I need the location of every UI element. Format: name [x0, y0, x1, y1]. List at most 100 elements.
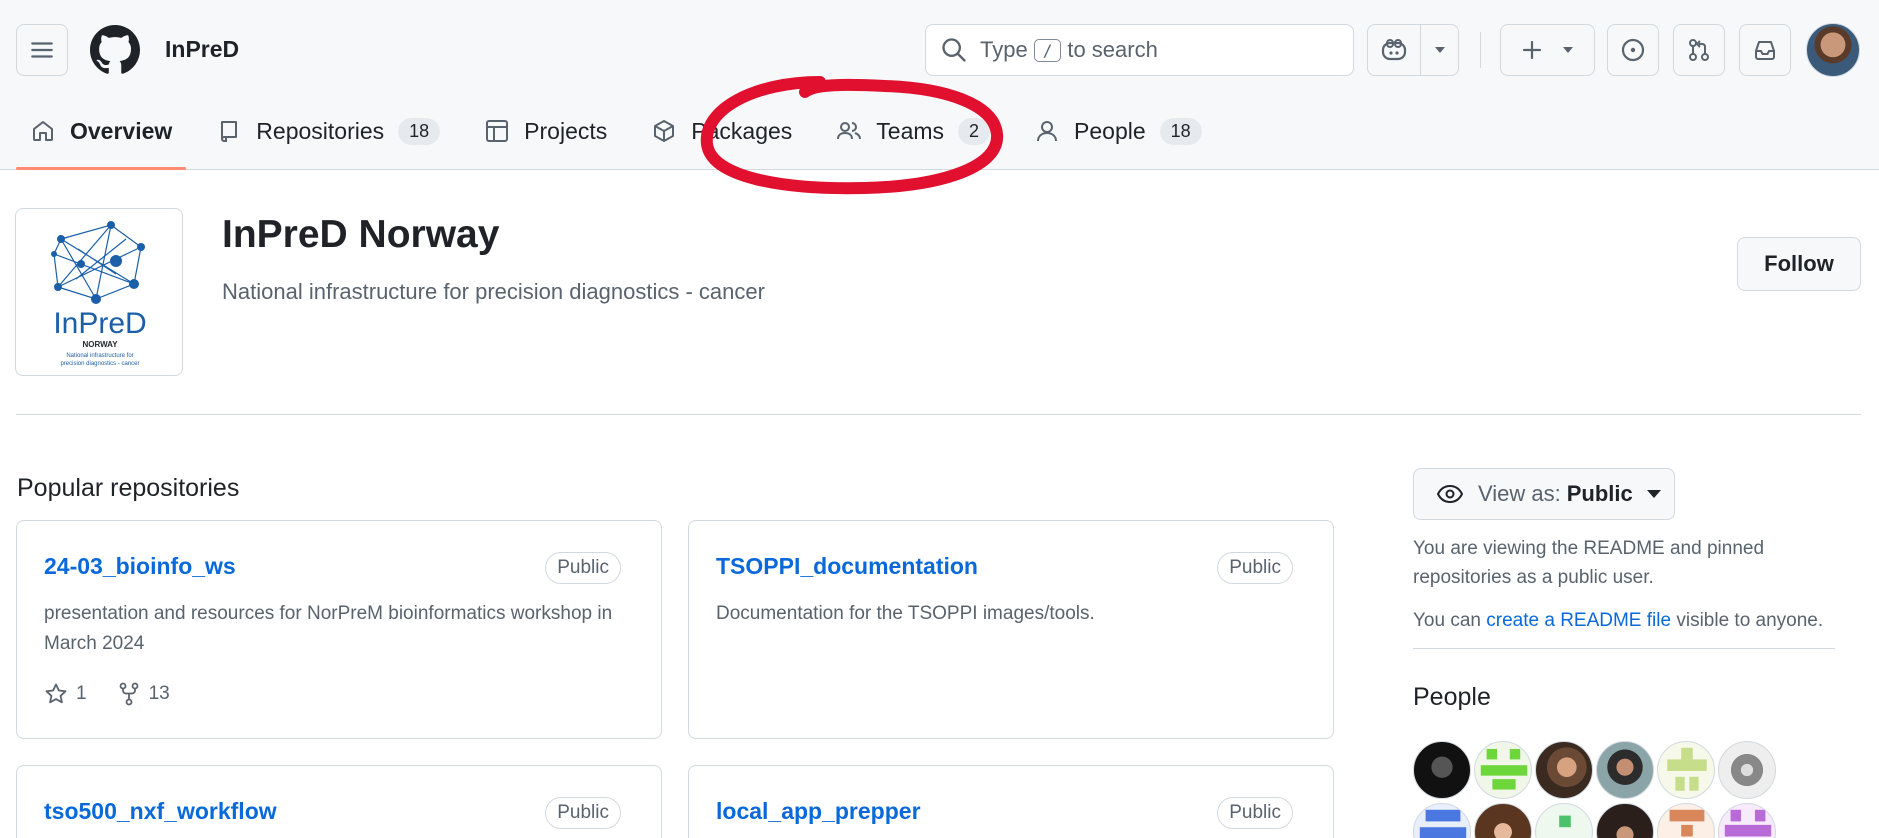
package-icon — [654, 120, 675, 142]
follow-button[interactable]: Follow — [1737, 237, 1861, 291]
visibility-badge: Public — [1217, 552, 1293, 584]
org-name-link[interactable]: InPreD — [165, 36, 239, 63]
logo-tagline-2: precision diagnostics - cancer — [60, 361, 139, 367]
repo-name-link[interactable]: tso500_nxf_workflow — [44, 798, 277, 825]
star-count: 1 — [76, 683, 87, 704]
member-avatar[interactable] — [1596, 741, 1654, 799]
home-icon — [33, 121, 53, 141]
header-separator — [1480, 32, 1481, 68]
app-header: InPreD Type / to search Overview Reposit… — [0, 0, 1879, 170]
member-avatar[interactable] — [1413, 803, 1471, 838]
repo-card: TSOPPI_documentation Public Documentatio… — [688, 520, 1334, 739]
table-icon — [486, 120, 509, 142]
profile-divider — [16, 414, 1861, 415]
visibility-badge: Public — [1217, 797, 1293, 829]
popular-repos-heading: Popular repositories — [17, 474, 240, 502]
tab-counter: 2 — [958, 117, 991, 145]
logo-subtitle: NORWAY — [82, 340, 118, 349]
org-nav-tabs: Overview Repositories 18 Projects Packag… — [16, 104, 1232, 170]
repo-card: 24-03_bioinfo_ws Public presentation and… — [16, 520, 662, 739]
member-avatar[interactable] — [1535, 803, 1593, 838]
people-icon — [837, 122, 862, 140]
tab-projects[interactable]: Projects — [470, 104, 621, 158]
member-avatar[interactable] — [1596, 803, 1654, 838]
copilot-button[interactable] — [1368, 25, 1420, 75]
member-avatar[interactable] — [1535, 741, 1593, 799]
copilot-menu-button[interactable] — [1420, 25, 1458, 75]
view-as-button[interactable]: View as: Public — [1413, 468, 1675, 520]
identicon — [1419, 809, 1467, 838]
issues-button[interactable] — [1607, 24, 1659, 76]
tab-label: Repositories — [256, 117, 385, 144]
tab-label: Projects — [524, 117, 608, 144]
search-placeholder: Type / to search — [980, 37, 1158, 63]
repo-card: tso500_nxf_workflow Public — [16, 765, 662, 838]
triangle-down-icon — [1434, 47, 1445, 53]
repo-description: presentation and resources for NorPreM b… — [44, 603, 613, 654]
member-avatar[interactable] — [1718, 803, 1776, 838]
tab-repositories[interactable]: Repositories 18 — [202, 104, 454, 158]
user-avatar[interactable] — [1806, 23, 1860, 77]
repo-card: local_app_prepper Public — [688, 765, 1334, 838]
create-new-button[interactable] — [1500, 24, 1595, 76]
create-readme-link[interactable]: create a README file — [1486, 610, 1671, 631]
person-icon — [1037, 121, 1058, 142]
identicon — [1480, 748, 1528, 790]
repo-icon — [221, 121, 238, 142]
triangle-down-icon — [1646, 490, 1661, 498]
org-description: National infrastructure for precision di… — [222, 279, 765, 304]
inbox-icon — [1755, 41, 1775, 60]
fork-count: 13 — [148, 683, 170, 704]
stars-link[interactable]: 1 — [44, 682, 87, 706]
inbox-button[interactable] — [1739, 24, 1791, 76]
menu-button[interactable] — [16, 24, 68, 76]
member-avatar[interactable] — [1474, 741, 1532, 799]
search-icon — [942, 38, 966, 62]
create-readme-prefix: You can — [1413, 610, 1487, 631]
repo-name-link[interactable]: 24-03_bioinfo_ws — [44, 553, 236, 580]
member-avatar[interactable] — [1474, 803, 1532, 838]
inpred-logo: InPreD NORWAY National infrastructure fo… — [51, 221, 147, 367]
repo-stats: 1 13 — [44, 682, 200, 706]
identicon — [1667, 747, 1707, 791]
search-shortcut-key: / — [1033, 38, 1062, 62]
forks-link[interactable]: 13 — [117, 682, 170, 706]
search-input[interactable]: Type / to search — [925, 24, 1354, 76]
identicon — [1669, 809, 1705, 837]
triangle-down-icon — [1562, 47, 1573, 53]
repo-name-link[interactable]: local_app_prepper — [716, 798, 921, 825]
visibility-badge: Public — [545, 797, 621, 829]
identicon — [1559, 815, 1571, 828]
tab-packages[interactable]: Packages — [637, 104, 806, 158]
tab-label: Teams — [876, 117, 945, 144]
member-avatar[interactable] — [1718, 741, 1776, 799]
tab-overview[interactable]: Overview — [16, 104, 187, 170]
tab-teams[interactable]: Teams 2 — [822, 104, 1004, 158]
github-logo-icon[interactable] — [90, 25, 140, 75]
search-prefix: Type — [980, 37, 1028, 62]
copilot-icon — [1381, 39, 1407, 61]
member-avatar[interactable] — [1657, 741, 1715, 799]
tab-counter: 18 — [1159, 117, 1202, 145]
member-avatar[interactable] — [1413, 741, 1471, 799]
tab-label: People — [1074, 117, 1146, 144]
eye-icon — [1437, 485, 1463, 503]
sidebar-divider — [1413, 648, 1835, 649]
logo-tagline-1: National infrastructure for — [66, 353, 133, 359]
people-heading: People — [1413, 683, 1491, 711]
repo-name-link[interactable]: TSOPPI_documentation — [716, 553, 978, 580]
pull-requests-button[interactable] — [1673, 24, 1725, 76]
tab-label: Overview — [70, 117, 173, 144]
view-as-label: View as: — [1478, 481, 1561, 506]
org-avatar: InPreD NORWAY National infrastructure fo… — [15, 208, 183, 376]
star-icon — [45, 683, 67, 704]
search-suffix: to search — [1067, 37, 1158, 62]
create-readme-note: You can create a README file visible to … — [1413, 606, 1873, 635]
tab-label: Packages — [691, 117, 793, 144]
tab-people[interactable]: People 18 — [1020, 104, 1216, 158]
visibility-badge: Public — [545, 552, 621, 584]
repo-forked-icon — [119, 682, 138, 706]
repo-description: Documentation for the TSOPPI images/tool… — [716, 603, 1095, 624]
tab-counter: 18 — [398, 117, 441, 145]
member-avatar[interactable] — [1657, 803, 1715, 838]
